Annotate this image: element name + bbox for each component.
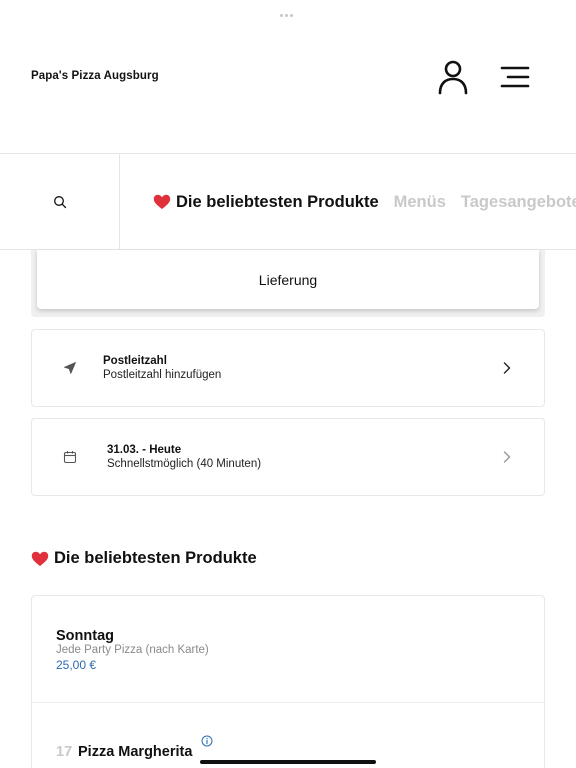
heart-icon	[31, 551, 49, 566]
tab-label: Menüs	[393, 192, 446, 211]
product-description: Jede Party Pizza (nach Karte)	[56, 644, 209, 656]
delivery-label: Lieferung	[258, 271, 318, 288]
order-mode-panel: Lieferung	[31, 250, 545, 317]
home-indicator	[200, 760, 376, 764]
tab-label: Die beliebtesten Produkte	[176, 192, 379, 211]
delivery-time-subtitle: Schnellstmöglich (40 Minuten)	[107, 458, 262, 470]
category-tabbar: Die beliebtesten Produkte Menüs Tagesang…	[0, 153, 576, 250]
product-price: 25,00 €	[56, 658, 97, 672]
chevron-right-icon	[503, 451, 511, 463]
chevron-right-icon	[503, 362, 511, 374]
search-button[interactable]	[0, 154, 120, 249]
postal-code-row[interactable]: Postleitzahl Postleitzahl hinzufügen	[31, 329, 545, 407]
account-button[interactable]	[435, 58, 471, 96]
product-list: Sonntag Jede Party Pizza (nach Karte) 25…	[31, 595, 545, 768]
search-icon	[53, 196, 66, 209]
product-name: Sonntag	[56, 628, 114, 644]
header: Papa's Pizza Augsburg	[0, 0, 576, 153]
product-item[interactable]: Sonntag Jede Party Pizza (nach Karte) 25…	[32, 596, 544, 703]
delivery-option[interactable]: Lieferung	[37, 250, 539, 309]
section-title: Die beliebtesten Produkte	[31, 549, 257, 568]
product-item[interactable]: 17 Pizza Margherita	[32, 703, 544, 768]
tab-popular-products[interactable]: Die beliebtesten Produkte	[153, 193, 379, 212]
product-name: Pizza Margherita	[78, 744, 193, 760]
tab-menus[interactable]: Menüs	[394, 193, 446, 212]
tab-label: Tagesangebote	[460, 192, 576, 211]
brand-name: Papa's Pizza Augsburg	[31, 70, 159, 82]
location-arrow-icon	[64, 362, 76, 374]
info-icon[interactable]	[201, 735, 213, 747]
calendar-icon	[63, 451, 77, 464]
section-title-text: Die beliebtesten Produkte	[54, 549, 257, 567]
postal-code-title: Postleitzahl	[103, 355, 167, 367]
user-icon	[438, 60, 468, 95]
tab-list: Die beliebtesten Produkte Menüs Tagesang…	[153, 154, 576, 249]
product-number: 17	[56, 744, 73, 760]
heart-icon	[153, 194, 171, 209]
postal-code-subtitle: Postleitzahl hinzufügen	[103, 369, 222, 381]
tab-daily-offers[interactable]: Tagesangebote	[461, 193, 576, 212]
menu-icon	[500, 66, 530, 88]
menu-button[interactable]	[497, 60, 533, 94]
delivery-time-row[interactable]: 31.03. - Heute Schnellstmöglich (40 Minu…	[31, 418, 545, 496]
delivery-date-title: 31.03. - Heute	[107, 444, 182, 456]
